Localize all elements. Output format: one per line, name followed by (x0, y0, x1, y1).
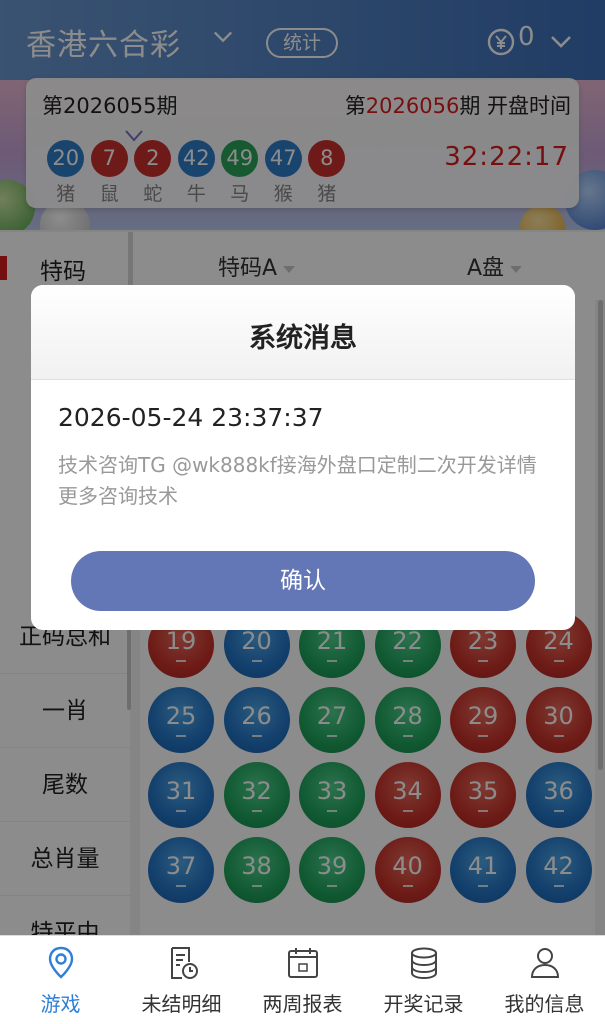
tab-label: 未结明细 (141, 992, 222, 1016)
tab-my-info[interactable]: 我的信息 (484, 936, 605, 1024)
location-pin-icon (48, 946, 74, 979)
message-body: 技术咨询TG @wk888kf接海外盘口定制二次开发详情更多咨询技术 (58, 453, 537, 508)
document-clock-icon (171, 947, 198, 979)
tab-draw-history[interactable]: 开奖记录 (363, 936, 484, 1024)
tab-game[interactable]: 游戏 (0, 936, 121, 1024)
message-datetime: 2026-05-24 23:37:37 (58, 403, 324, 432)
database-icon (411, 947, 437, 980)
tab-two-week-report[interactable]: 两周报表 (242, 936, 363, 1024)
tab-label: 开奖记录 (383, 992, 464, 1016)
tab-label: 我的信息 (504, 992, 585, 1016)
tab-label: 两周报表 (262, 992, 343, 1016)
user-icon (530, 948, 560, 978)
calendar-icon (288, 948, 318, 978)
system-message-dialog: 系统消息 2026-05-24 23:37:37 技术咨询TG @wk888kf… (31, 285, 575, 630)
tab-unsettled[interactable]: 未结明细 (121, 936, 242, 1024)
confirm-button[interactable]: 确认 (71, 551, 535, 611)
dialog-title: 系统消息 (31, 285, 575, 380)
bottom-tab-bar: 游戏 未结明细 两周报表 开奖记录 我的信息 (0, 935, 605, 1024)
tab-label: 游戏 (40, 992, 81, 1016)
